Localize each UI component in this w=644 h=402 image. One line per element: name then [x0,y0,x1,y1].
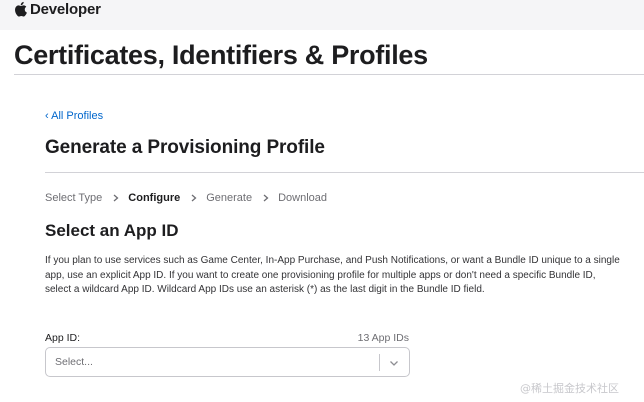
watermark: @稀土掘金技术社区 [520,382,619,395]
chevron-right-icon [113,194,119,202]
step-configure: Configure [128,192,181,204]
developer-brand[interactable]: Developer [14,0,101,18]
app-id-count: 13 App IDs [357,332,409,344]
chevron-right-icon [191,194,197,202]
app-id-label: App ID: [45,332,81,344]
chevron-down-icon[interactable] [387,356,401,370]
apple-logo-icon [15,1,27,17]
app-id-select[interactable]: Select... [45,347,410,377]
section-divider [45,172,644,173]
step-select-type: Select Type [45,192,103,204]
select-divider [379,354,380,371]
brand-label: Developer [30,0,101,18]
chevron-right-icon [263,194,269,202]
top-bar: Developer [0,0,644,30]
step-generate: Generate [206,192,253,204]
all-profiles-link[interactable]: ‹ All Profiles [45,110,103,122]
page-title: Certificates, Identifiers & Profiles [14,40,428,70]
app-id-description: If you plan to use services such as Game… [45,255,620,295]
app-id-select-placeholder: Select... [55,356,93,368]
section-title: Generate a Provisioning Profile [45,137,325,158]
heading-divider [14,74,644,75]
step-download: Download [278,192,328,204]
step-indicator: Select Type Configure Generate Download [45,192,327,204]
select-app-id-title: Select an App ID [45,221,179,240]
